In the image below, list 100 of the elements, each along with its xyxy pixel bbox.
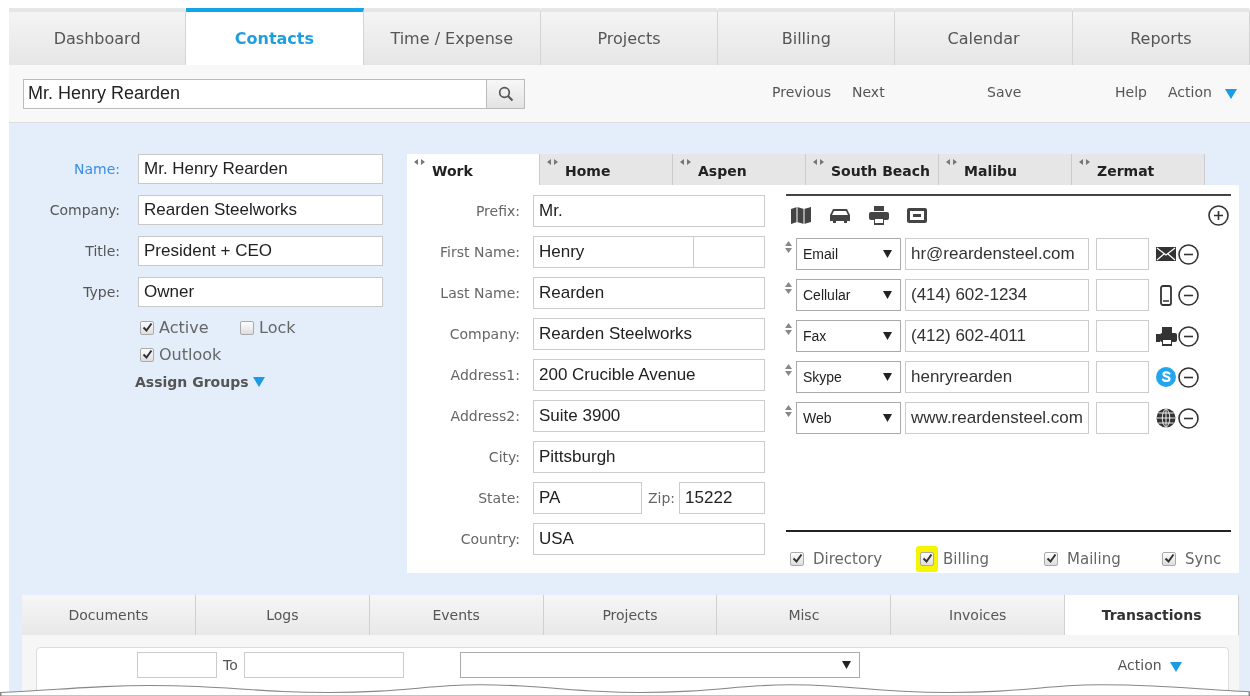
car-icon[interactable] [829, 208, 851, 223]
field-label: First Name: [439, 244, 520, 260]
checkbox[interactable] [140, 320, 154, 335]
previous-link[interactable]: Previous [772, 84, 832, 100]
nav-tab[interactable]: Projects [540, 8, 719, 65]
nav-tab[interactable]: Calendar [895, 8, 1073, 65]
envelope-icon [1156, 247, 1176, 261]
remove-icon[interactable] [1178, 407, 1199, 429]
printer-icon[interactable] [869, 206, 889, 225]
field-label: Address2: [449, 408, 520, 424]
address-tab[interactable]: Zermat [1072, 154, 1205, 185]
checkbox[interactable] [240, 320, 254, 335]
type-dropdown[interactable]: Cellular [796, 279, 901, 311]
type-dropdown[interactable]: Web [796, 402, 901, 434]
input-field[interactable]: Pittsburgh [533, 441, 765, 473]
input-field[interactable]: USA [533, 523, 765, 555]
input-field[interactable]: (412) 602-4011 [905, 320, 1089, 352]
section-tab[interactable]: Projects [543, 595, 718, 635]
remove-icon[interactable] [1178, 243, 1199, 265]
input-field[interactable] [693, 236, 765, 268]
monitor-icon[interactable] [907, 208, 927, 223]
sort-arrows-icon[interactable] [785, 404, 792, 418]
input-field[interactable]: PA [533, 482, 642, 514]
field-label: Country: [459, 531, 520, 547]
input-field[interactable] [1096, 238, 1149, 270]
checkbox-label: Mailing [1067, 549, 1121, 568]
nav-tab[interactable]: Reports [1072, 8, 1250, 65]
field-label: Prefix: [474, 203, 520, 219]
skype-icon [1156, 367, 1176, 387]
action-menu[interactable]: Action [1117, 657, 1162, 673]
input-field[interactable] [137, 652, 217, 678]
checkbox[interactable] [916, 545, 938, 572]
search-button[interactable] [487, 78, 525, 109]
address-tab[interactable]: Aspen [673, 154, 806, 185]
section-tab[interactable]: Misc [717, 595, 892, 635]
address-tab[interactable]: Work [407, 154, 540, 185]
dropdown-arrow-icon [883, 373, 892, 381]
input-field[interactable]: 15222 [679, 482, 766, 514]
section-tab[interactable]: Events [369, 595, 544, 635]
type-dropdown[interactable]: Email [796, 238, 901, 270]
caret-icon [252, 377, 265, 387]
input-field[interactable]: henryrearden [905, 361, 1089, 393]
field-label: To [223, 657, 238, 673]
nav-tab[interactable]: Dashboard [9, 8, 187, 65]
type-dropdown[interactable]: Fax [796, 320, 901, 352]
input-field[interactable]: (414) 602-1234 [905, 279, 1089, 311]
input-field[interactable]: Rearden Steelworks [533, 318, 765, 350]
sort-arrows-icon[interactable] [785, 363, 792, 377]
input-field[interactable] [1096, 320, 1149, 352]
input-field[interactable]: Henry [533, 236, 693, 268]
next-link[interactable]: Next [852, 84, 885, 100]
caret-icon [1169, 662, 1182, 672]
input-field[interactable]: 200 Crucible Avenue [533, 359, 765, 391]
input-field[interactable]: www.reardensteel.com [905, 402, 1089, 434]
section-tab[interactable]: Invoices [891, 595, 1066, 635]
input-field[interactable]: Rearden [533, 277, 765, 309]
remove-icon[interactable] [1178, 325, 1199, 347]
search-icon [497, 85, 514, 102]
input-field[interactable]: Mr. Henry Rearden [138, 154, 383, 184]
input-field[interactable]: hr@reardensteel.com [905, 238, 1089, 270]
checkmark-icon [1163, 553, 1175, 564]
search-field[interactable]: Mr. Henry Rearden [23, 78, 487, 109]
dropdown-arrow-icon [883, 332, 892, 340]
action-menu[interactable]: Action [1168, 84, 1212, 100]
address-tab[interactable]: Home [540, 154, 673, 185]
input-field[interactable] [243, 652, 404, 678]
nav-tab[interactable]: Time / Expense [363, 8, 541, 65]
assign-groups-menu[interactable]: Assign Groups [135, 374, 249, 390]
type-dropdown[interactable]: Skype [796, 361, 901, 393]
input-field[interactable]: Mr. [533, 195, 765, 227]
input-field[interactable] [1096, 279, 1149, 311]
dropdown-arrow-icon [841, 661, 851, 669]
section-tab[interactable]: Transactions [1065, 595, 1239, 635]
section-tab[interactable]: Documents [22, 595, 196, 635]
input-field[interactable]: Suite 3900 [533, 400, 765, 432]
move-arrows-icon [946, 159, 957, 165]
input-field[interactable]: President + CEO [138, 236, 383, 266]
help-link[interactable]: Help [1115, 84, 1147, 100]
remove-icon[interactable] [1178, 366, 1199, 388]
checkbox-label: Lock [259, 318, 296, 337]
input-field[interactable] [1096, 361, 1149, 393]
remove-icon[interactable] [1178, 284, 1199, 306]
input-field[interactable] [1096, 402, 1149, 434]
address-tab[interactable]: South Beach [806, 154, 939, 185]
map-icon[interactable] [791, 207, 811, 224]
section-tab[interactable]: Logs [195, 595, 370, 635]
input-field[interactable]: Owner [138, 277, 383, 307]
address-tab[interactable]: Malibu [939, 154, 1072, 185]
save-link[interactable]: Save [987, 84, 1022, 100]
nav-tab[interactable]: Billing [718, 8, 896, 65]
sort-arrows-icon[interactable] [785, 322, 792, 336]
add-icon[interactable] [1208, 205, 1229, 226]
sort-arrows-icon[interactable] [785, 240, 792, 254]
field-label: Address1: [449, 367, 520, 383]
field-label: Company: [448, 326, 520, 342]
checkbox-label: Directory [813, 549, 883, 568]
sort-arrows-icon[interactable] [785, 281, 792, 295]
input-field[interactable]: Rearden Steelworks [138, 195, 383, 225]
checkbox[interactable] [140, 347, 154, 362]
field-label: Company: [48, 202, 120, 218]
